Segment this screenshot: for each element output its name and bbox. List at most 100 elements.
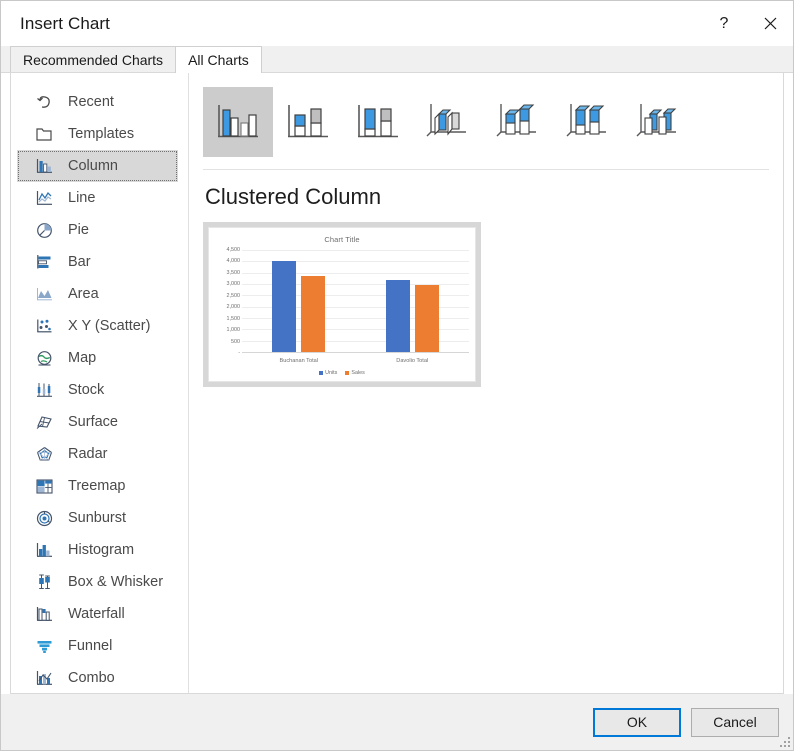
dialog-body: Recent Templates Column Line Pie Bar Are…: [10, 73, 784, 694]
y-tick-label: 4,000: [226, 258, 241, 265]
sidebar-item-label: Histogram: [68, 542, 135, 558]
sidebar-item-label: Recent: [68, 94, 114, 110]
chart-bar-groups: [242, 250, 469, 352]
sidebar-item-label: Waterfall: [68, 606, 125, 622]
bar-units: [385, 280, 410, 352]
legend-swatch: [345, 371, 350, 375]
titlebar-buttons: ?: [701, 1, 793, 46]
sidebar-item-label: Line: [68, 190, 96, 206]
y-tick-label: -: [238, 350, 240, 356]
cancel-button[interactable]: Cancel: [691, 707, 779, 737]
chart-category-sidebar: Recent Templates Column Line Pie Bar Are…: [11, 73, 189, 693]
tabstrip: Recommended Charts All Charts: [1, 46, 793, 73]
sidebar-item-stock[interactable]: Stock: [17, 374, 178, 406]
sidebar-item-map[interactable]: Map: [17, 342, 178, 374]
sidebar-item-funnel[interactable]: Funnel: [17, 630, 178, 662]
sidebar-item-radar[interactable]: Radar: [17, 438, 178, 470]
dialog-title: Insert Chart: [20, 13, 111, 33]
bar-sales: [301, 276, 326, 352]
sidebar-item-label: Combo: [68, 670, 115, 686]
area-icon: [33, 284, 55, 304]
x-tick-label: Davolio Total: [396, 358, 429, 364]
y-tick-label: 4,500: [226, 247, 241, 253]
chart-legend: Units Sales: [209, 370, 475, 376]
sidebar-item-box-whisker[interactable]: Box & Whisker: [17, 566, 178, 598]
sidebar-item-label: Map: [68, 350, 97, 366]
bar-icon: [33, 252, 55, 272]
insert-chart-dialog: Insert Chart ? Recommended Charts All Ch…: [0, 0, 794, 751]
line-icon: [33, 188, 55, 208]
tab-all-charts[interactable]: All Charts: [175, 46, 262, 73]
chart-preview[interactable]: Chart Title 4,500 4,000 3,500 3,000 2,50…: [203, 222, 481, 387]
subtype-stacked-column[interactable]: [273, 87, 343, 157]
sidebar-item-label: Sunburst: [68, 510, 127, 526]
sidebar-item-treemap[interactable]: Treemap: [17, 470, 178, 502]
sidebar-item-recent[interactable]: Recent: [17, 86, 178, 118]
chart-x-axis: Buchanan Total Davolio Total: [242, 358, 469, 364]
preview-heading: Clustered Column: [205, 184, 382, 209]
help-icon[interactable]: ?: [701, 1, 747, 46]
funnel-icon: [33, 636, 55, 656]
subtype-100-stacked-column[interactable]: [343, 87, 413, 157]
close-icon[interactable]: [747, 1, 793, 46]
surface-icon: [33, 412, 55, 432]
chart-plot-area: 4,500 4,000 3,500 3,000 2,500 2,000 1,50…: [215, 247, 469, 356]
sidebar-item-label: X Y (Scatter): [68, 318, 151, 334]
tab-recommended-charts[interactable]: Recommended Charts: [10, 46, 177, 72]
chart-preview-canvas: Chart Title 4,500 4,000 3,500 3,000 2,50…: [208, 227, 476, 382]
subtype-clustered-column[interactable]: [203, 87, 273, 157]
stock-icon: [33, 380, 55, 400]
y-tick-label: 3,000: [226, 281, 241, 288]
sidebar-item-sunburst[interactable]: Sunburst: [17, 502, 178, 534]
bar-group: [242, 250, 356, 352]
y-tick-label: 2,000: [226, 304, 241, 311]
chart-subtype-panel: Clustered Column Chart Title 4,500 4,000…: [189, 73, 783, 693]
dialog-footer: OK Cancel: [1, 694, 793, 750]
sidebar-item-waterfall[interactable]: Waterfall: [17, 598, 178, 630]
sidebar-item-combo[interactable]: Combo: [17, 662, 178, 693]
legend-item-sales: Sales: [345, 370, 365, 376]
sidebar-item-line[interactable]: Line: [17, 182, 178, 214]
sidebar-item-pie[interactable]: Pie: [17, 214, 178, 246]
y-tick-label: 1,500: [226, 315, 241, 322]
chart-y-axis: 4,500 4,000 3,500 3,000 2,500 2,000 1,50…: [215, 247, 242, 356]
sidebar-item-area[interactable]: Area: [17, 278, 178, 310]
x-tick-label: Buchanan Total: [279, 358, 318, 364]
sidebar-item-label: Stock: [68, 382, 105, 398]
subtype-3d-column[interactable]: [623, 87, 693, 157]
sidebar-item-column[interactable]: Column: [17, 150, 178, 182]
sidebar-item-label: Box & Whisker: [68, 574, 164, 590]
sidebar-item-templates[interactable]: Templates: [17, 118, 178, 150]
y-tick-label: 3,500: [226, 269, 241, 276]
templates-icon: [33, 124, 55, 144]
sidebar-item-label: Bar: [68, 254, 91, 270]
resize-grip[interactable]: [778, 735, 790, 747]
map-icon: [33, 348, 55, 368]
box-whisker-icon: [33, 572, 55, 592]
sidebar-item-surface[interactable]: Surface: [17, 406, 178, 438]
subtype-3d-stacked-column[interactable]: [483, 87, 553, 157]
column-icon: [33, 156, 55, 176]
subtype-divider: [203, 169, 769, 170]
sidebar-item-label: Funnel: [68, 638, 113, 654]
sidebar-item-xy-scatter[interactable]: X Y (Scatter): [17, 310, 178, 342]
sidebar-item-histogram[interactable]: Histogram: [17, 534, 178, 566]
waterfall-icon: [33, 604, 55, 624]
subtype-3d-clustered-column[interactable]: [413, 87, 483, 157]
combo-icon: [33, 668, 55, 688]
subtype-3d-100-stacked-column[interactable]: [553, 87, 623, 157]
bar-units: [272, 261, 297, 352]
scatter-icon: [33, 316, 55, 336]
sidebar-item-label: Pie: [68, 222, 89, 238]
sidebar-item-label: Column: [68, 158, 118, 174]
sidebar-item-label: Templates: [68, 126, 135, 142]
ok-button[interactable]: OK: [593, 707, 681, 737]
sidebar-item-bar[interactable]: Bar: [17, 246, 178, 278]
radar-icon: [33, 444, 55, 464]
legend-label: Sales: [351, 370, 365, 376]
chart-title: Chart Title: [324, 235, 360, 244]
dialog-titlebar: Insert Chart ?: [1, 1, 793, 46]
recent-icon: [33, 92, 55, 112]
chart-subtype-thumbnails: [203, 87, 769, 157]
y-tick-label: 1,000: [226, 327, 241, 334]
